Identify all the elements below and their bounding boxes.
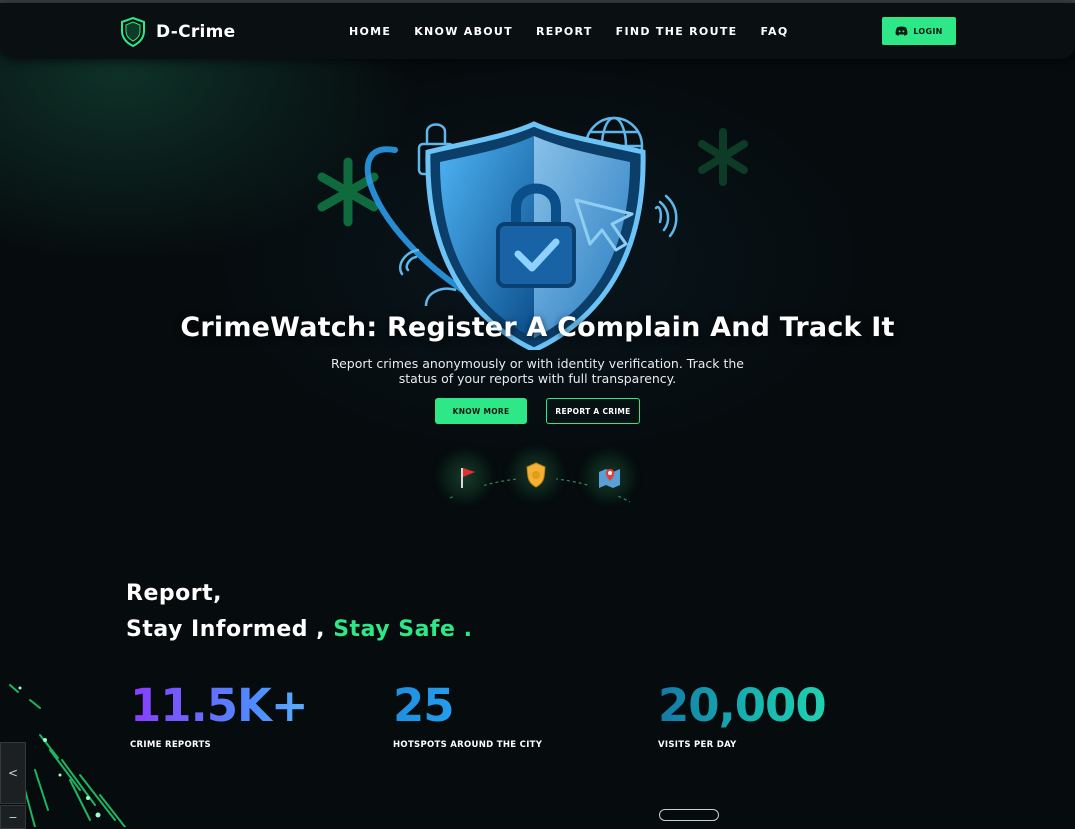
signal-right-icon (654, 194, 678, 238)
flag-icon (461, 468, 475, 488)
login-button[interactable]: LOGIN (882, 17, 956, 45)
logo[interactable]: D-Crime (120, 17, 236, 47)
report-crime-button[interactable]: REPORT A CRIME (546, 398, 640, 424)
process-steps (440, 452, 640, 512)
stat-label: HOTSPOTS AROUND THE CITY (393, 740, 543, 750)
nav-find-route[interactable]: FIND THE ROUTE (616, 25, 738, 38)
tagline-stay-safe: Stay Safe . (333, 617, 473, 642)
stat-value: 11.5K+ (130, 679, 309, 732)
stat-label: CRIME REPORTS (130, 740, 211, 750)
navbar: D-Crime HOME KNOW ABOUT REPORT FIND THE … (0, 3, 1075, 59)
stat-visits: 20,000 VISITS PER DAY (658, 679, 827, 751)
map-pin-icon (599, 469, 620, 488)
nav-report[interactable]: REPORT (536, 25, 593, 38)
stat-value: 20,000 (658, 679, 827, 732)
main-nav: HOME KNOW ABOUT REPORT FIND THE ROUTE FA… (349, 25, 811, 38)
brand-name: D-Crime (156, 22, 236, 42)
stat-label: VISITS PER DAY (658, 740, 737, 750)
side-tab-secondary[interactable]: − (0, 805, 26, 829)
police-badge-icon (526, 462, 546, 488)
nav-home[interactable]: HOME (349, 25, 391, 38)
login-label: LOGIN (913, 26, 943, 36)
hero-title: CrimeWatch: Register A Complain And Trac… (180, 312, 895, 344)
shield-logo-icon (121, 17, 145, 47)
hero-subtitle: Report crimes anonymously or with identi… (330, 355, 744, 386)
tagline-stay-informed: Stay Informed , (126, 617, 326, 642)
stat-value: 25 (393, 680, 542, 732)
know-more-button[interactable]: KNOW MORE (435, 398, 527, 424)
stat-hotspots: 25 HOTSPOTS AROUND THE CITY (393, 680, 543, 751)
step-verify (515, 453, 557, 495)
step-track (588, 456, 630, 498)
tagline-line2: Stay Informed , Stay Safe . (126, 612, 472, 648)
nav-faq[interactable]: FAQ (760, 25, 788, 38)
tagline: Report, Stay Informed , Stay Safe . (126, 576, 472, 648)
nav-know-about[interactable]: KNOW ABOUT (414, 25, 513, 38)
asterisk-right-icon (698, 128, 748, 186)
discord-icon (895, 26, 908, 36)
side-collapse-tab[interactable]: < (0, 742, 26, 804)
minus-icon: − (8, 810, 18, 824)
stat-crime-reports: 11.5K+ CRIME REPORTS (130, 679, 309, 751)
chevron-left-icon: < (7, 766, 19, 780)
scroll-indicator[interactable] (659, 809, 719, 821)
tagline-line1: Report, (126, 581, 222, 606)
step-report (444, 456, 486, 498)
